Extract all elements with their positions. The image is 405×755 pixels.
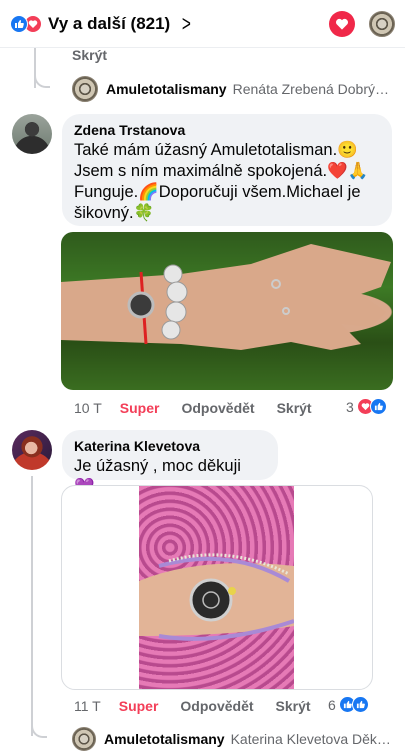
reply-author: Amuletotalismany <box>104 731 225 747</box>
avatar[interactable] <box>12 430 52 470</box>
reply-button[interactable]: Odpovědět <box>180 698 253 714</box>
avatar[interactable] <box>12 114 52 154</box>
reaction-button[interactable]: Super <box>119 698 159 714</box>
comment-photo-card[interactable] <box>61 485 373 690</box>
reaction-button[interactable]: Super <box>120 400 160 416</box>
comments-header: Vy a další (821) > <box>0 0 405 48</box>
comment-line: Také mám úžasný Amuletotalisman.🙂 <box>74 141 358 159</box>
bracelet-photo <box>139 553 295 641</box>
love-button[interactable] <box>329 10 355 37</box>
comment-bubble: Zdena Trstanova Také mám úžasný Amuletot… <box>62 114 392 226</box>
comment-actions: 10 T Super Odpovědět Skrýt <box>74 400 334 416</box>
reaction-counter[interactable]: 6 <box>328 696 369 713</box>
thread-line <box>31 476 33 736</box>
thread-connector <box>34 72 50 88</box>
reaction-summary[interactable] <box>10 14 42 33</box>
comment-photo[interactable] <box>61 232 393 390</box>
reply-snippet: Katerina Klevetova Děkuj... <box>230 731 392 747</box>
comment-photo <box>139 486 295 689</box>
reply-author: Amuletotalismany <box>106 81 227 97</box>
comment-line: Jsem s ním maximálně spokojená.❤️🙏 <box>74 162 369 180</box>
comment-line: Funguje.🌈Doporučuji všem.Michael je <box>74 183 361 201</box>
comment-actions: 11 T Super Odpovědět Skrýt <box>74 698 333 714</box>
comment-author[interactable]: Zdena Trstanova <box>74 122 380 138</box>
reaction-count: 6 <box>328 696 336 713</box>
hide-button[interactable]: Skrýt <box>277 400 312 416</box>
bracelet-photo <box>61 244 391 350</box>
reply-preview[interactable]: Amuletotalismany Renáta Zrebená Dobrý de… <box>72 76 392 102</box>
reaction-counter[interactable]: 3 <box>346 398 387 415</box>
reactions-title[interactable]: Vy a další (821) <box>48 14 170 34</box>
chevron-right-icon[interactable]: > <box>182 12 191 35</box>
reply-button[interactable]: Odpovědět <box>181 400 254 416</box>
hide-button[interactable]: Skrýt <box>276 698 311 714</box>
like-reaction-icon <box>10 14 28 33</box>
page-avatar[interactable] <box>369 10 395 37</box>
reply-preview[interactable]: Amuletotalismany Katerina Klevetova Děku… <box>72 727 392 751</box>
like-reaction-icon <box>369 398 387 415</box>
comment-author[interactable]: Katerina Klevetova <box>74 438 266 454</box>
comment-bubble: Katerina Klevetova Je úžasný , moc děkuj… <box>62 430 278 496</box>
like-reaction-icon <box>351 696 369 713</box>
heart-icon <box>335 18 349 30</box>
reply-snippet: Renáta Zrebená Dobrý de... <box>232 81 392 97</box>
avatar <box>72 76 98 102</box>
comment-line: šikovný.🍀 <box>74 204 155 222</box>
comment-time: 10 T <box>74 400 102 416</box>
comment-time: 11 T <box>74 698 101 714</box>
avatar <box>72 727 96 751</box>
hide-replies-link[interactable]: Skrýt <box>72 47 107 63</box>
reaction-count: 3 <box>346 398 354 415</box>
thread-connector <box>31 722 47 738</box>
